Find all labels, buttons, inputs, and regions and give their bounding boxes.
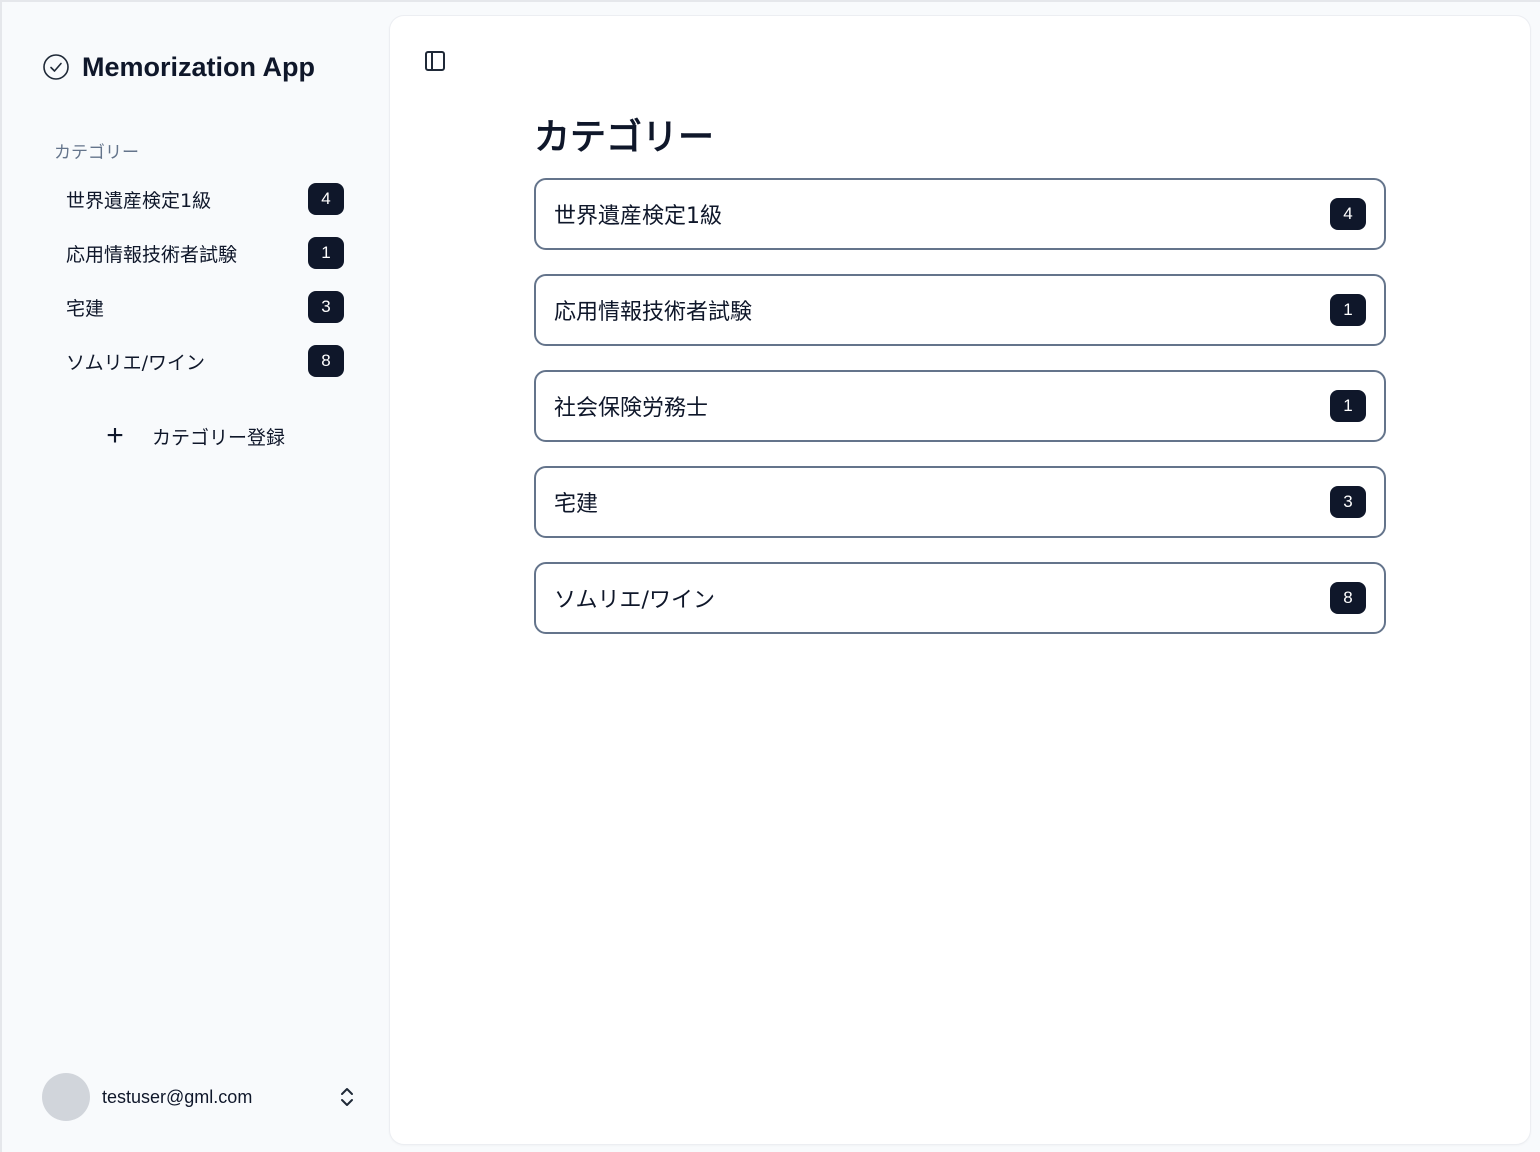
sidebar-toggle-button[interactable]: [420, 46, 450, 76]
user-email: testuser@gml.com: [102, 1086, 253, 1107]
sidebar-item-label: ソムリエ/ワイン: [66, 351, 206, 374]
count-badge: 4: [1330, 198, 1366, 230]
count-badge: 1: [1330, 390, 1366, 422]
add-category-button[interactable]: + カテゴリー登録: [100, 416, 285, 456]
category-card-label: ソムリエ/ワイン: [554, 588, 715, 613]
category-card[interactable]: 世界遺産検定1級 4: [534, 178, 1386, 250]
category-card-label: 社会保険労務士: [554, 396, 709, 421]
count-badge: 1: [1330, 294, 1366, 326]
sidebar-item-real-estate[interactable]: 宅建 3: [50, 280, 348, 334]
category-card-label: 宅建: [554, 492, 599, 517]
sidebar-toggle-icon: [425, 51, 445, 71]
category-card[interactable]: 宅建 3: [534, 466, 1386, 538]
sidebar-section-label: カテゴリー: [54, 143, 139, 163]
check-circle-icon: [43, 54, 69, 80]
plus-icon: +: [106, 419, 124, 452]
sidebar-category-list: 世界遺産検定1級 4 応用情報技術者試験 1 宅建 3 ソムリエ/ワイン 8: [50, 172, 348, 388]
user-menu[interactable]: testuser@gml.com: [42, 1072, 358, 1122]
sidebar-item-world-heritage[interactable]: 世界遺産検定1級 4: [50, 172, 348, 226]
category-card[interactable]: 応用情報技術者試験 1: [534, 274, 1386, 346]
category-card-label: 応用情報技術者試験: [554, 300, 753, 325]
sidebar-item-label: 世界遺産検定1級: [66, 189, 212, 212]
category-card-list: 世界遺産検定1級 4 応用情報技術者試験 1 社会保険労務士 1 宅建 3 ソム…: [534, 178, 1386, 658]
brand[interactable]: Memorization App: [42, 50, 315, 84]
category-card-label: 世界遺産検定1級: [554, 204, 722, 229]
category-card[interactable]: 社会保険労務士 1: [534, 370, 1386, 442]
count-badge: 8: [308, 345, 344, 377]
main-panel: カテゴリー 世界遺産検定1級 4 応用情報技術者試験 1 社会保険労務士 1 宅…: [390, 16, 1530, 1144]
add-category-label: カテゴリー登録: [152, 426, 286, 449]
count-badge: 3: [1330, 486, 1366, 518]
count-badge: 4: [308, 183, 344, 215]
sidebar-item-sommelier[interactable]: ソムリエ/ワイン 8: [50, 334, 348, 388]
avatar: [42, 1073, 90, 1121]
sidebar-item-applied-it[interactable]: 応用情報技術者試験 1: [50, 226, 348, 280]
count-badge: 8: [1330, 582, 1366, 614]
sidebar-item-label: 宅建: [66, 297, 105, 320]
app-frame: Memorization App カテゴリー 世界遺産検定1級 4 応用情報技術…: [0, 0, 1540, 1152]
app-title: Memorization App: [82, 51, 315, 82]
chevron-up-down-icon: [341, 1088, 353, 1106]
count-badge: 1: [308, 237, 344, 269]
count-badge: 3: [308, 291, 344, 323]
sidebar: Memorization App カテゴリー 世界遺産検定1級 4 応用情報技術…: [4, 4, 388, 1152]
category-card[interactable]: ソムリエ/ワイン 8: [534, 562, 1386, 634]
sidebar-item-label: 応用情報技術者試験: [66, 243, 238, 266]
page-title: カテゴリー: [534, 117, 715, 158]
